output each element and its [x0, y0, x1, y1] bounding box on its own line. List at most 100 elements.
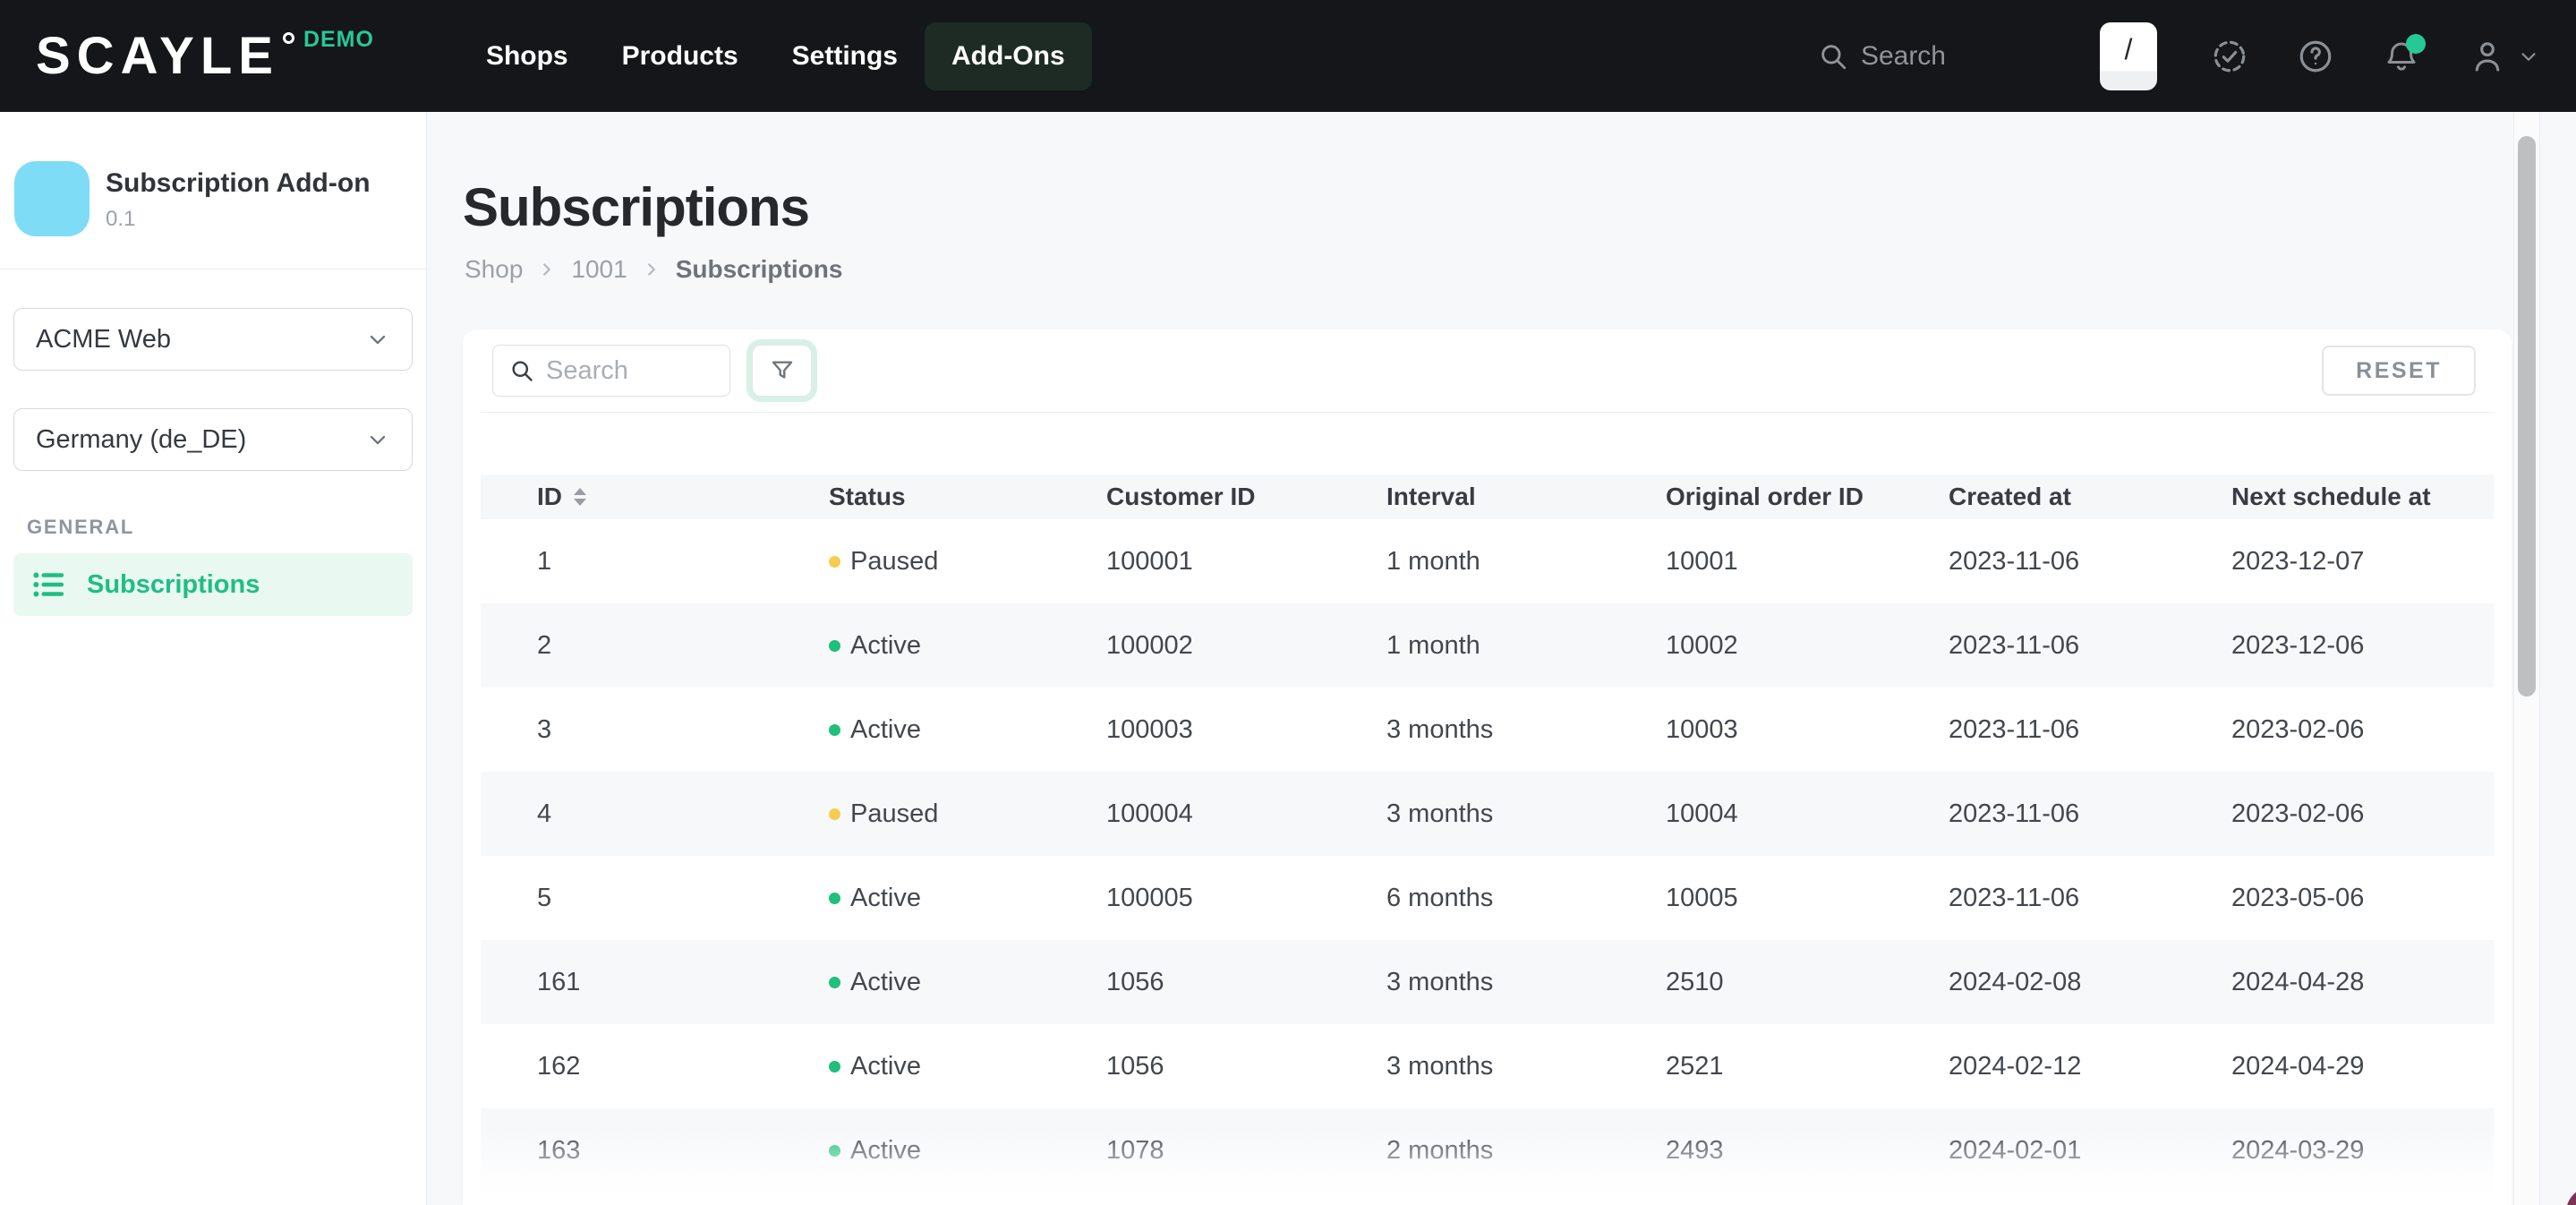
main-content: Subscriptions Shop 1001 Subscriptions	[428, 112, 2576, 1205]
cell-original-order-id: 10002	[1666, 631, 1949, 661]
table-row[interactable]: 163 Active 1078 2 months 2493 2024-02-01…	[481, 1108, 2494, 1192]
status-dot-icon	[829, 1061, 840, 1073]
breadcrumb-subscriptions: Subscriptions	[676, 255, 843, 284]
status-label: Active	[850, 631, 921, 661]
filter-button[interactable]	[752, 345, 812, 397]
cell-next-schedule-at: 2023-02-06	[2231, 715, 2494, 745]
status-dot-icon	[829, 977, 840, 988]
scayle-logo[interactable]: SCAYLE DEMO	[36, 0, 374, 112]
page-scrollbar[interactable]	[2513, 112, 2540, 1205]
search-icon	[1818, 41, 1848, 72]
slash-key-label: /	[2125, 33, 2133, 66]
funnel-icon	[768, 356, 797, 385]
scrollbar-thumb[interactable]	[2518, 136, 2536, 697]
table-header-row: ID Status Customer ID Interval Original …	[481, 474, 2494, 519]
column-header-interval[interactable]: Interval	[1386, 483, 1666, 511]
main-nav: Shops Products Settings Add-Ons	[459, 22, 1092, 90]
notifications-button[interactable]	[2383, 38, 2420, 75]
cell-id: 163	[481, 1136, 829, 1166]
sort-icon[interactable]	[574, 488, 586, 506]
chevron-down-icon	[365, 327, 390, 352]
table-search-input[interactable]	[546, 356, 713, 386]
user-icon	[2469, 38, 2506, 75]
cell-original-order-id: 10005	[1666, 884, 1949, 913]
locale-selector[interactable]: Germany (de_DE)	[13, 408, 413, 471]
sidebar-item-subscriptions[interactable]: Subscriptions	[13, 553, 413, 616]
column-header-created-at[interactable]: Created at	[1949, 483, 2231, 511]
table-search[interactable]	[492, 345, 730, 397]
cell-interval: 6 months	[1386, 884, 1666, 913]
shop-selector[interactable]: ACME Web	[13, 308, 413, 371]
cell-status: Active	[829, 631, 1106, 661]
cell-created-at: 2023-11-06	[1949, 547, 2231, 577]
sidebar-section-general: GENERAL	[27, 516, 426, 539]
cell-next-schedule-at: 2024-04-29	[2231, 1052, 2494, 1081]
column-header-id[interactable]: ID	[481, 483, 829, 511]
help-button[interactable]	[2297, 38, 2334, 75]
cell-original-order-id: 10001	[1666, 547, 1949, 577]
addon-meta: Subscription Add-on 0.1	[106, 161, 371, 236]
table-body: 1 Paused 100001 1 month 10001 2023-11-06…	[481, 519, 2494, 1192]
toolbar-divider	[481, 412, 2494, 413]
cell-interval: 3 months	[1386, 1052, 1666, 1081]
cell-created-at: 2024-02-08	[1949, 968, 2231, 997]
cell-id: 2	[481, 631, 829, 661]
reset-button[interactable]: RESET	[2322, 346, 2476, 396]
table-row[interactable]: 5 Active 100005 6 months 10005 2023-11-0…	[481, 856, 2494, 940]
cell-id: 5	[481, 884, 829, 913]
cell-interval: 2 months	[1386, 1136, 1666, 1166]
cell-status: Active	[829, 884, 1106, 913]
cell-original-order-id: 2510	[1666, 968, 1949, 997]
nav-item-shops[interactable]: Shops	[459, 22, 595, 90]
sidebar-item-label: Subscriptions	[87, 570, 260, 600]
cell-created-at: 2024-02-12	[1949, 1052, 2231, 1081]
nav-item-settings[interactable]: Settings	[765, 22, 925, 90]
user-menu-button[interactable]	[2469, 38, 2540, 75]
cell-interval: 3 months	[1386, 968, 1666, 997]
cell-next-schedule-at: 2023-05-06	[2231, 884, 2494, 913]
status-dot-icon	[829, 893, 840, 904]
column-header-customer-id[interactable]: Customer ID	[1106, 483, 1386, 511]
breadcrumb-shop-id[interactable]: 1001	[571, 255, 627, 284]
column-header-next-schedule-at[interactable]: Next schedule at	[2231, 483, 2494, 511]
cell-next-schedule-at: 2023-02-06	[2231, 799, 2494, 829]
logo-ring-icon	[283, 32, 294, 44]
subscriptions-table: ID Status Customer ID Interval Original …	[481, 474, 2494, 1192]
table-row[interactable]: 4 Paused 100004 3 months 10004 2023-11-0…	[481, 772, 2494, 856]
chevron-down-icon	[365, 427, 390, 452]
nav-item-add-ons[interactable]: Add-Ons	[925, 22, 1092, 90]
status-dot-icon	[829, 556, 840, 568]
notification-badge	[2406, 34, 2426, 54]
global-search[interactable]: Search	[1818, 41, 1946, 72]
nav-item-products[interactable]: Products	[595, 22, 765, 90]
table-row[interactable]: 2 Active 100002 1 month 10002 2023-11-06…	[481, 603, 2494, 688]
status-label: Active	[850, 1136, 921, 1166]
table-row[interactable]: 162 Active 1056 3 months 2521 2024-02-12…	[481, 1024, 2494, 1108]
cell-next-schedule-at: 2023-12-06	[2231, 631, 2494, 661]
table-row[interactable]: 1 Paused 100001 1 month 10001 2023-11-06…	[481, 519, 2494, 603]
cell-interval: 3 months	[1386, 799, 1666, 829]
cell-status: Active	[829, 1136, 1106, 1166]
cell-status: Paused	[829, 799, 1106, 829]
addon-header: Subscription Add-on 0.1	[0, 112, 426, 236]
subscriptions-card: RESET ID Status Customer ID Interval Ori…	[463, 329, 2512, 1205]
cell-customer-id: 100002	[1106, 631, 1386, 661]
cell-customer-id: 100005	[1106, 884, 1386, 913]
cell-customer-id: 100003	[1106, 715, 1386, 745]
tasks-button[interactable]	[2211, 38, 2248, 75]
global-search-label: Search	[1861, 41, 1946, 72]
cell-created-at: 2023-11-06	[1949, 884, 2231, 913]
cell-next-schedule-at: 2024-04-28	[2231, 968, 2494, 997]
cell-created-at: 2023-11-06	[1949, 715, 2231, 745]
table-row[interactable]: 3 Active 100003 3 months 10003 2023-11-0…	[481, 688, 2494, 772]
cell-next-schedule-at: 2024-03-29	[2231, 1136, 2494, 1166]
cell-status: Active	[829, 1052, 1106, 1081]
cell-customer-id: 100004	[1106, 799, 1386, 829]
breadcrumb-shop[interactable]: Shop	[465, 255, 523, 284]
status-dot-icon	[829, 1145, 840, 1157]
column-header-original-order-id[interactable]: Original order ID	[1666, 483, 1949, 511]
cell-status: Active	[829, 968, 1106, 997]
cell-id: 1	[481, 547, 829, 577]
column-header-status[interactable]: Status	[829, 483, 1106, 511]
table-row[interactable]: 161 Active 1056 3 months 2510 2024-02-08…	[481, 940, 2494, 1024]
